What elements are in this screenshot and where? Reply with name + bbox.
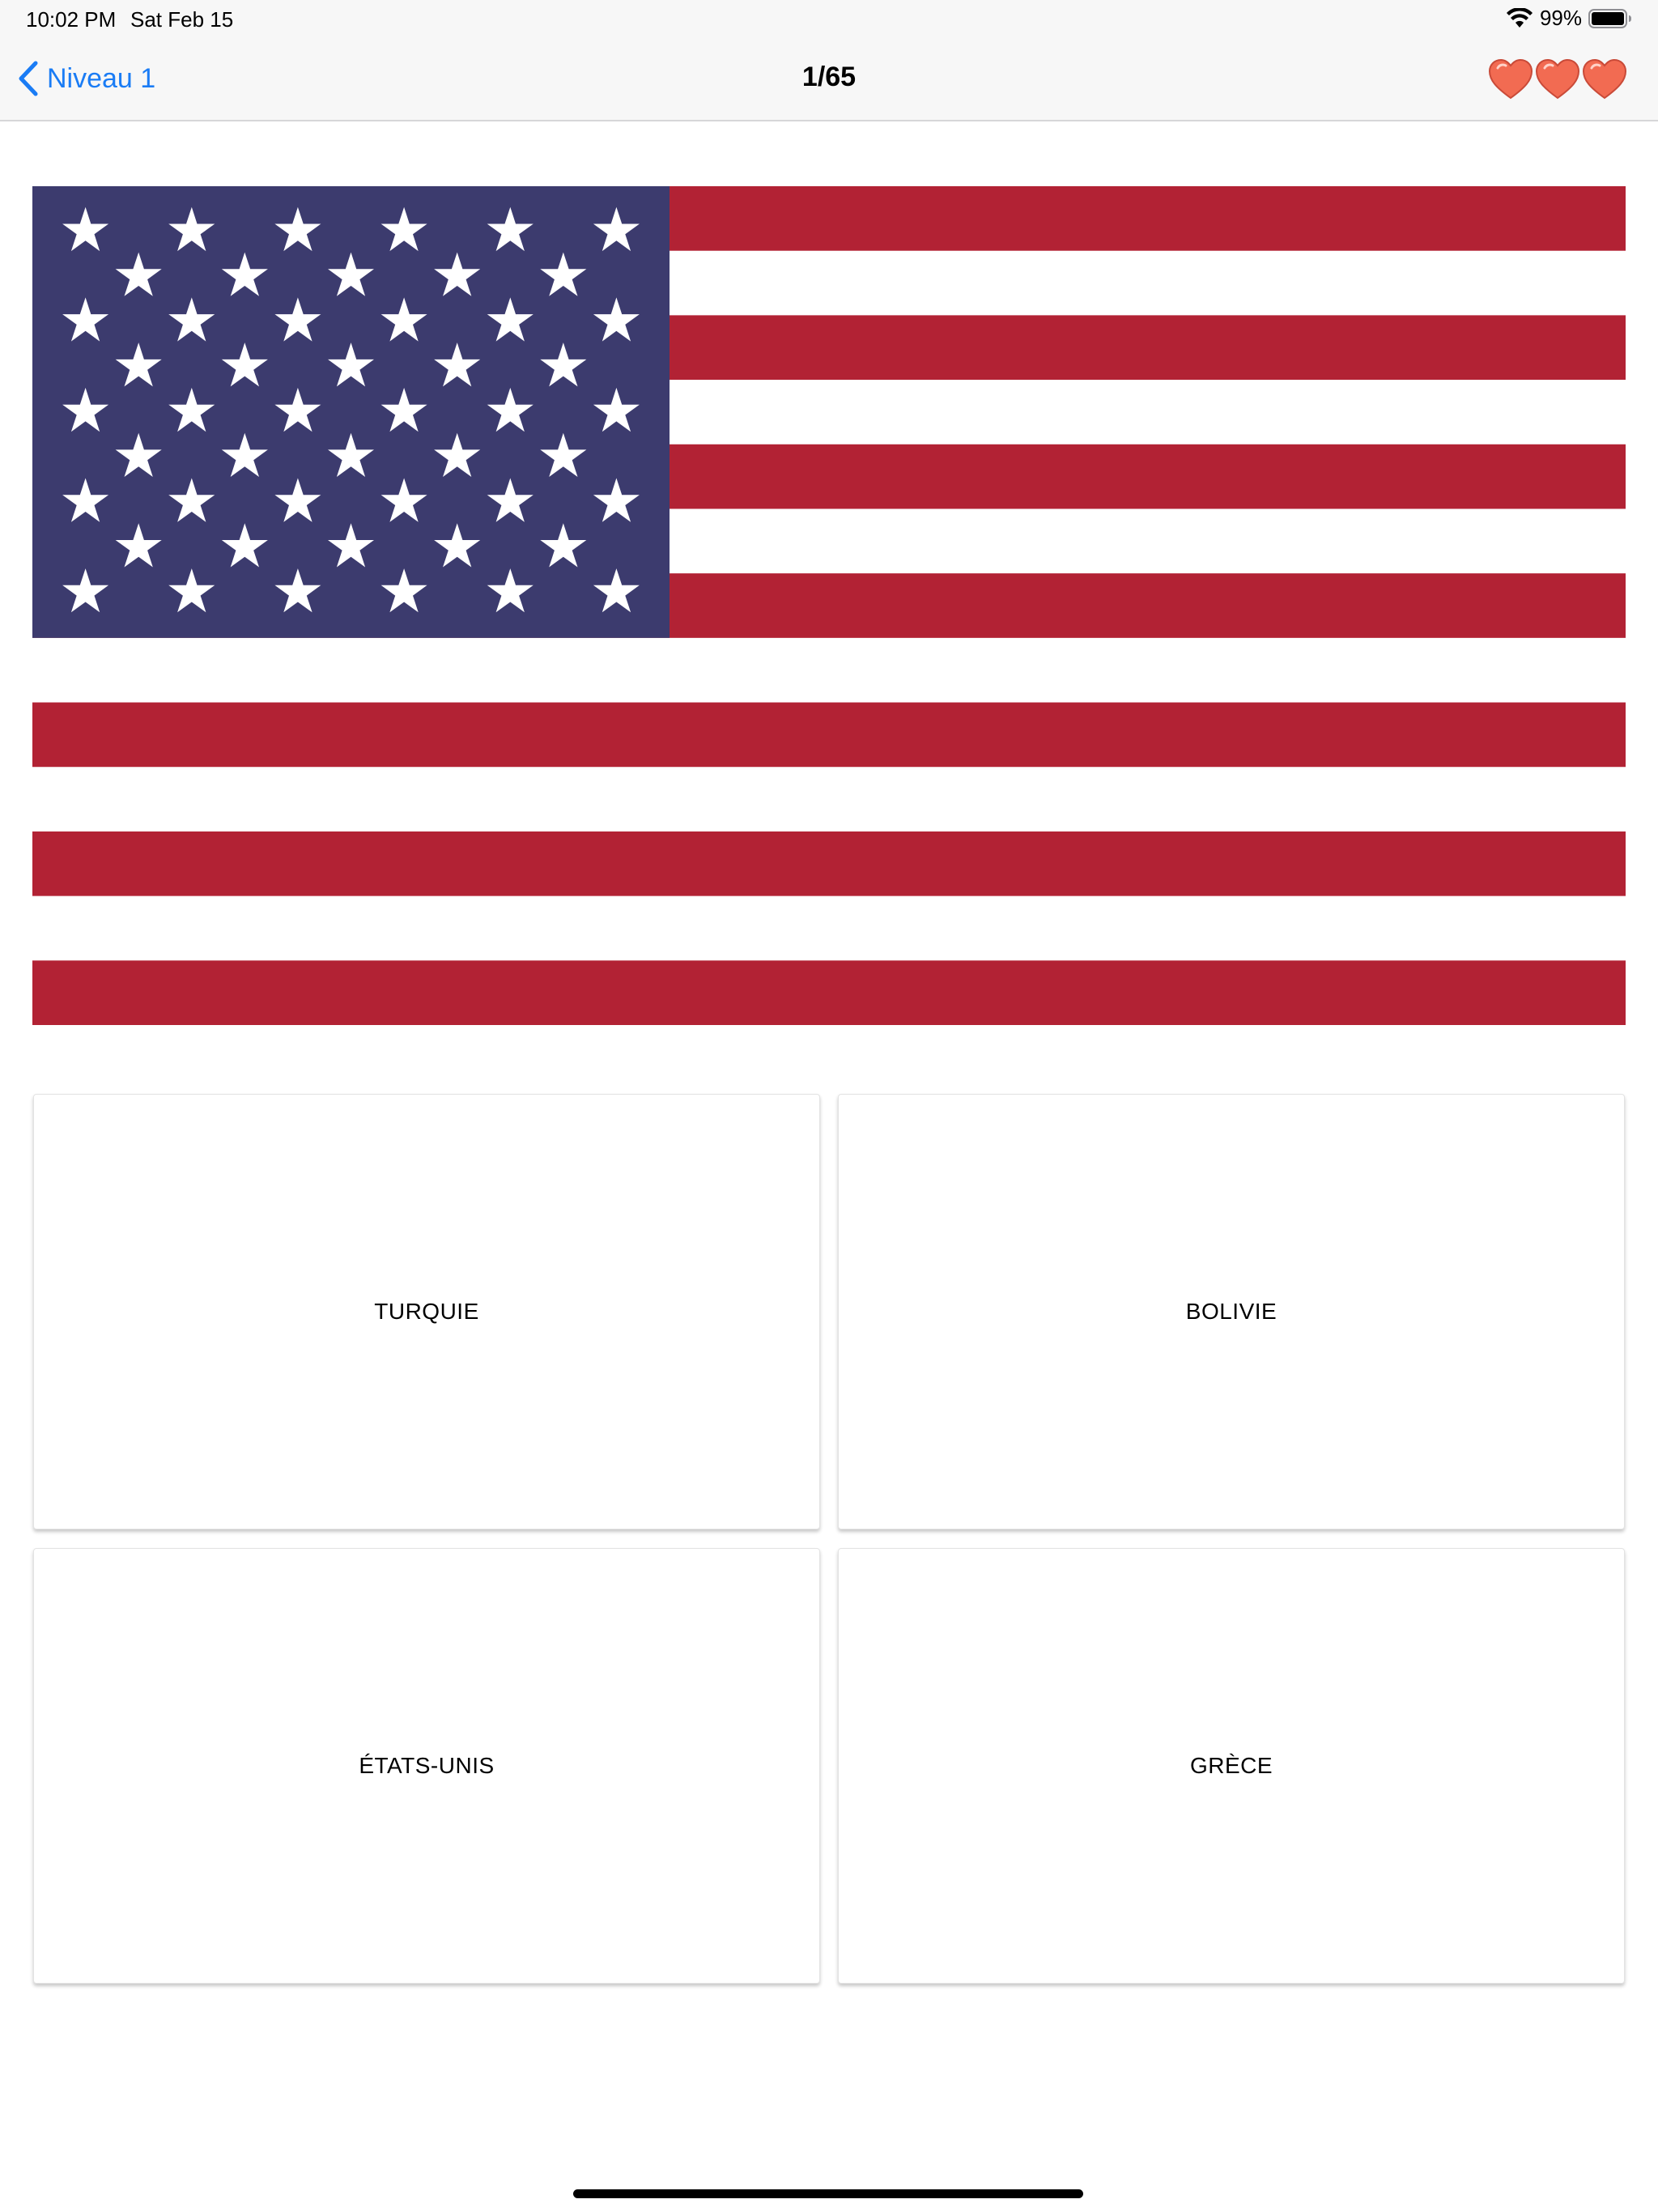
lives-indicator bbox=[1486, 58, 1627, 100]
question-counter: 1/65 bbox=[801, 62, 857, 92]
navigation-bar: Niveau 1 1/65 bbox=[0, 37, 1658, 121]
flag-red-stripe bbox=[32, 702, 1626, 768]
answer-button-1[interactable]: TURQUIE bbox=[33, 1094, 820, 1529]
usa-flag-icon bbox=[32, 186, 1626, 1025]
status-indicators: 99% bbox=[1506, 6, 1632, 31]
home-indicator[interactable] bbox=[573, 2189, 1083, 2198]
flag-red-stripe bbox=[32, 960, 1626, 1025]
wifi-icon bbox=[1506, 7, 1533, 28]
flag-image bbox=[32, 186, 1626, 1025]
heart-icon bbox=[1535, 58, 1580, 100]
flag-red-stripe bbox=[32, 831, 1626, 896]
battery-percent: 99% bbox=[1539, 6, 1582, 30]
answer-button-4[interactable]: GRÈCE bbox=[838, 1548, 1625, 1984]
answer-button-2[interactable]: BOLIVIE bbox=[838, 1094, 1625, 1529]
battery-icon bbox=[1588, 8, 1631, 28]
status-bar: 10:02 PM Sat Feb 15 99% bbox=[0, 0, 1658, 37]
status-time: 10:02 PM bbox=[26, 7, 117, 32]
status-date: Sat Feb 15 bbox=[130, 7, 234, 32]
heart-icon bbox=[1582, 58, 1627, 100]
answer-button-3[interactable]: ÉTATS-UNIS bbox=[33, 1548, 820, 1984]
heart-icon bbox=[1488, 58, 1533, 100]
